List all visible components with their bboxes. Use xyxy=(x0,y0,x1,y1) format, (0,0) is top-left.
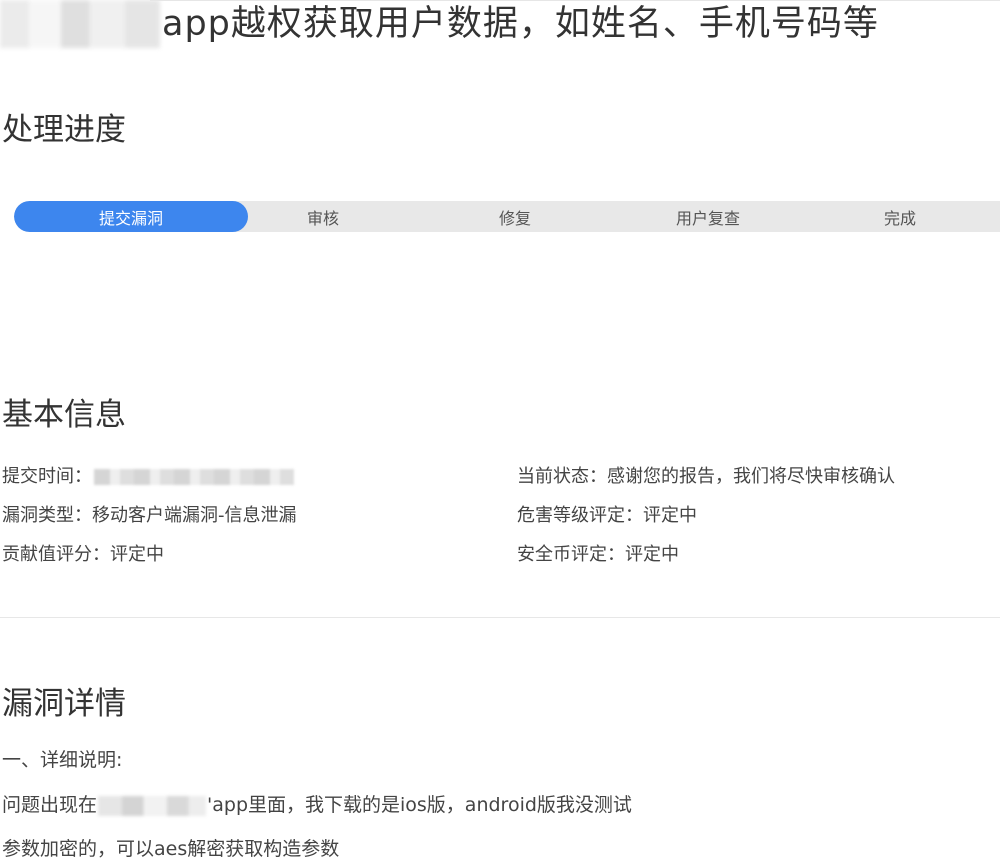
report-title: app越权获取用户数据，如姓名、手机号码等 xyxy=(162,4,879,44)
coin-label: 安全币评定： xyxy=(517,544,625,565)
redacted-app-name-inline xyxy=(98,795,207,816)
details-line-1-prefix: 问题出现在 xyxy=(2,794,98,816)
details-line-2: 参数加密的，可以aes解密获取构造参数 xyxy=(2,838,340,858)
details-line-1-suffix: 'app里面，我下载的是ios版，android版我没测试 xyxy=(207,794,632,816)
details-line-1: 问题出现在 'app里面，我下载的是ios版，android版我没测试 xyxy=(2,792,632,818)
section-divider xyxy=(0,617,1000,618)
report-header: app越权获取用户数据，如姓名、手机号码等 xyxy=(0,0,1000,52)
status-row: 当前状态：感谢您的报告，我们将尽快审核确认 xyxy=(517,465,895,489)
severity-label: 危害等级评定： xyxy=(517,505,643,526)
status-label: 当前状态： xyxy=(517,466,607,487)
contribution-row: 贡献值评分：评定中 xyxy=(2,543,164,567)
progress-steps: 提交漏洞 审核 修复 用户复查 完成 xyxy=(14,201,1000,232)
step-label: 用户复查 xyxy=(675,208,740,228)
redacted-submit-time xyxy=(94,469,294,485)
contribution-label: 贡献值评分： xyxy=(2,544,110,565)
coin-value: 评定中 xyxy=(625,544,679,565)
step-label: 修复 xyxy=(498,208,531,228)
submit-time-label: 提交时间： xyxy=(2,466,92,487)
type-value: 移动客户端漏洞-信息泄漏 xyxy=(92,505,297,526)
contribution-value: 评定中 xyxy=(110,544,164,565)
step-label: 审核 xyxy=(306,208,339,228)
submit-time-row: 提交时间： xyxy=(2,465,294,489)
type-row: 漏洞类型：移动客户端漏洞-信息泄漏 xyxy=(2,504,297,528)
coin-row: 安全币评定：评定中 xyxy=(517,543,679,567)
severity-value: 评定中 xyxy=(643,505,697,526)
status-value: 感谢您的报告，我们将尽快审核确认 xyxy=(607,466,895,487)
details-section-title: 漏洞详情 xyxy=(2,686,126,722)
header-top-border xyxy=(150,0,1000,1)
details-heading: 一、详细说明: xyxy=(2,749,123,771)
step-complete[interactable]: 完成 xyxy=(783,201,1000,232)
progress-section-title: 处理进度 xyxy=(2,112,126,148)
page: app越权获取用户数据，如姓名、手机号码等 处理进度 提交漏洞 审核 修复 用户… xyxy=(0,0,1000,858)
basic-info-section-title: 基本信息 xyxy=(2,397,126,433)
step-label: 提交漏洞 xyxy=(98,208,163,228)
step-label: 完成 xyxy=(883,208,916,228)
type-label: 漏洞类型： xyxy=(2,505,92,526)
severity-row: 危害等级评定：评定中 xyxy=(517,504,697,528)
redacted-app-name xyxy=(0,0,160,48)
